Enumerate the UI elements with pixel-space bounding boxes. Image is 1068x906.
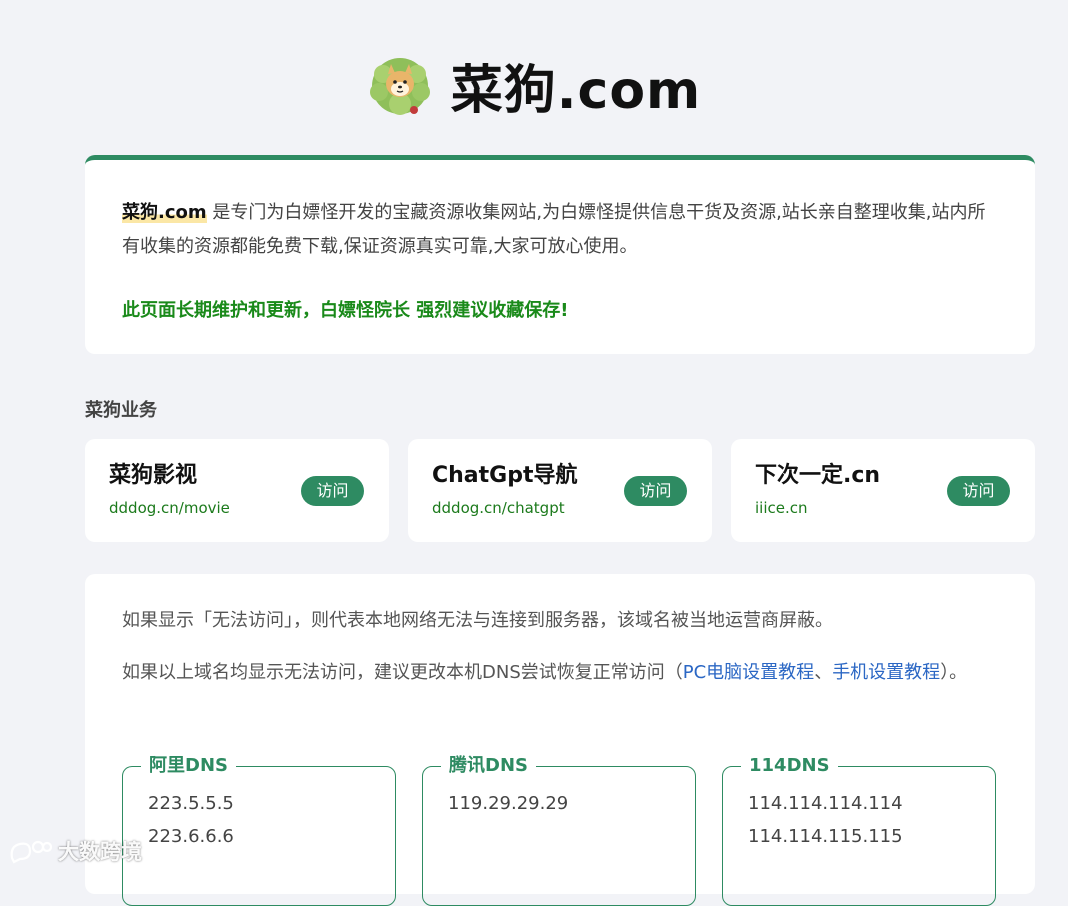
watermark: 大数跨境 xyxy=(8,836,142,866)
service-url: dddog.cn/chatgpt xyxy=(432,499,565,517)
dns-box-ali: 阿里DNS 223.5.5.5 223.6.6.6 xyxy=(122,754,396,906)
dns-box-tencent: 腾讯DNS 119.29.29.29 xyxy=(422,754,696,906)
mobile-setup-tutorial-link[interactable]: 手机设置教程 xyxy=(832,662,940,683)
dns-ip: 223.6.6.6 xyxy=(148,826,234,847)
service-title: 下次一定.cn xyxy=(755,463,881,488)
visit-button-movie[interactable]: 访问 xyxy=(301,476,364,506)
visit-button-chatgpt[interactable]: 访问 xyxy=(624,476,687,506)
service-url: iiice.cn xyxy=(755,499,808,517)
service-card-movie: 菜狗影视 dddog.cn/movie 访问 xyxy=(85,439,389,542)
cabbage-dog-logo-icon[interactable] xyxy=(367,52,433,118)
dns-ip: 114.114.115.115 xyxy=(748,826,903,847)
dns-suggestion: 如果以上域名均显示无法访问，建议更改本机DNS尝试恢复正常访问（PC电脑设置教程… xyxy=(122,656,1002,689)
service-title: ChatGpt导航 xyxy=(432,463,578,488)
site-title: 菜狗.com xyxy=(450,60,702,121)
service-url: dddog.cn/movie xyxy=(109,499,230,517)
dns-provider-name: 腾讯DNS xyxy=(441,754,536,778)
dns-provider-name: 阿里DNS xyxy=(141,754,236,778)
link-separator: 、 xyxy=(814,662,833,683)
service-card-iiice: 下次一定.cn iiice.cn 访问 xyxy=(731,439,1035,542)
dns-suggestion-end: ）。 xyxy=(940,662,968,683)
services-section-label: 菜狗业务 xyxy=(85,400,157,421)
dns-info-card: 如果显示「无法访问」，则代表本地网络无法与连接到服务器，该域名被当地运营商屏蔽。… xyxy=(85,574,1035,906)
intro-description-text: 是专门为白嫖怪开发的宝藏资源收集网站,为白嫖怪提供信息干货及资源,站长亲自整理收… xyxy=(122,202,986,257)
service-card-chatgpt: ChatGpt导航 dddog.cn/chatgpt 访问 xyxy=(408,439,712,542)
dns-ip: 223.5.5.5 xyxy=(148,793,234,814)
site-header: 菜狗.com xyxy=(0,45,1068,125)
dns-provider-name: 114DNS xyxy=(741,754,838,778)
dns-ip: 114.114.114.114 xyxy=(748,793,903,814)
service-title: 菜狗影视 xyxy=(109,463,198,488)
brand-bubble-icon xyxy=(10,840,52,864)
intro-description: 菜狗.com 是专门为白嫖怪开发的宝藏资源收集网站,为白嫖怪提供信息干货及资源,… xyxy=(122,196,1002,264)
dns-box-114: 114DNS 114.114.114.114 114.114.115.115 xyxy=(722,754,996,906)
brand-name: 菜狗.com xyxy=(122,202,207,223)
dns-suggestion-text: 如果以上域名均显示无法访问，建议更改本机DNS尝试恢复正常访问（ xyxy=(122,662,683,683)
blocked-explanation: 如果显示「无法访问」，则代表本地网络无法与连接到服务器，该域名被当地运营商屏蔽。 xyxy=(122,610,833,631)
watermark-text: 大数跨境 xyxy=(58,840,142,864)
dns-ip: 119.29.29.29 xyxy=(448,793,569,814)
bookmark-notice: 此页面长期维护和更新，白嫖怪院长 强烈建议收藏保存! xyxy=(122,300,569,321)
pc-setup-tutorial-link[interactable]: PC电脑设置教程 xyxy=(683,662,814,683)
visit-button-iiice[interactable]: 访问 xyxy=(947,476,1010,506)
intro-card: 菜狗.com 是专门为白嫖怪开发的宝藏资源收集网站,为白嫖怪提供信息干货及资源,… xyxy=(85,155,1035,354)
